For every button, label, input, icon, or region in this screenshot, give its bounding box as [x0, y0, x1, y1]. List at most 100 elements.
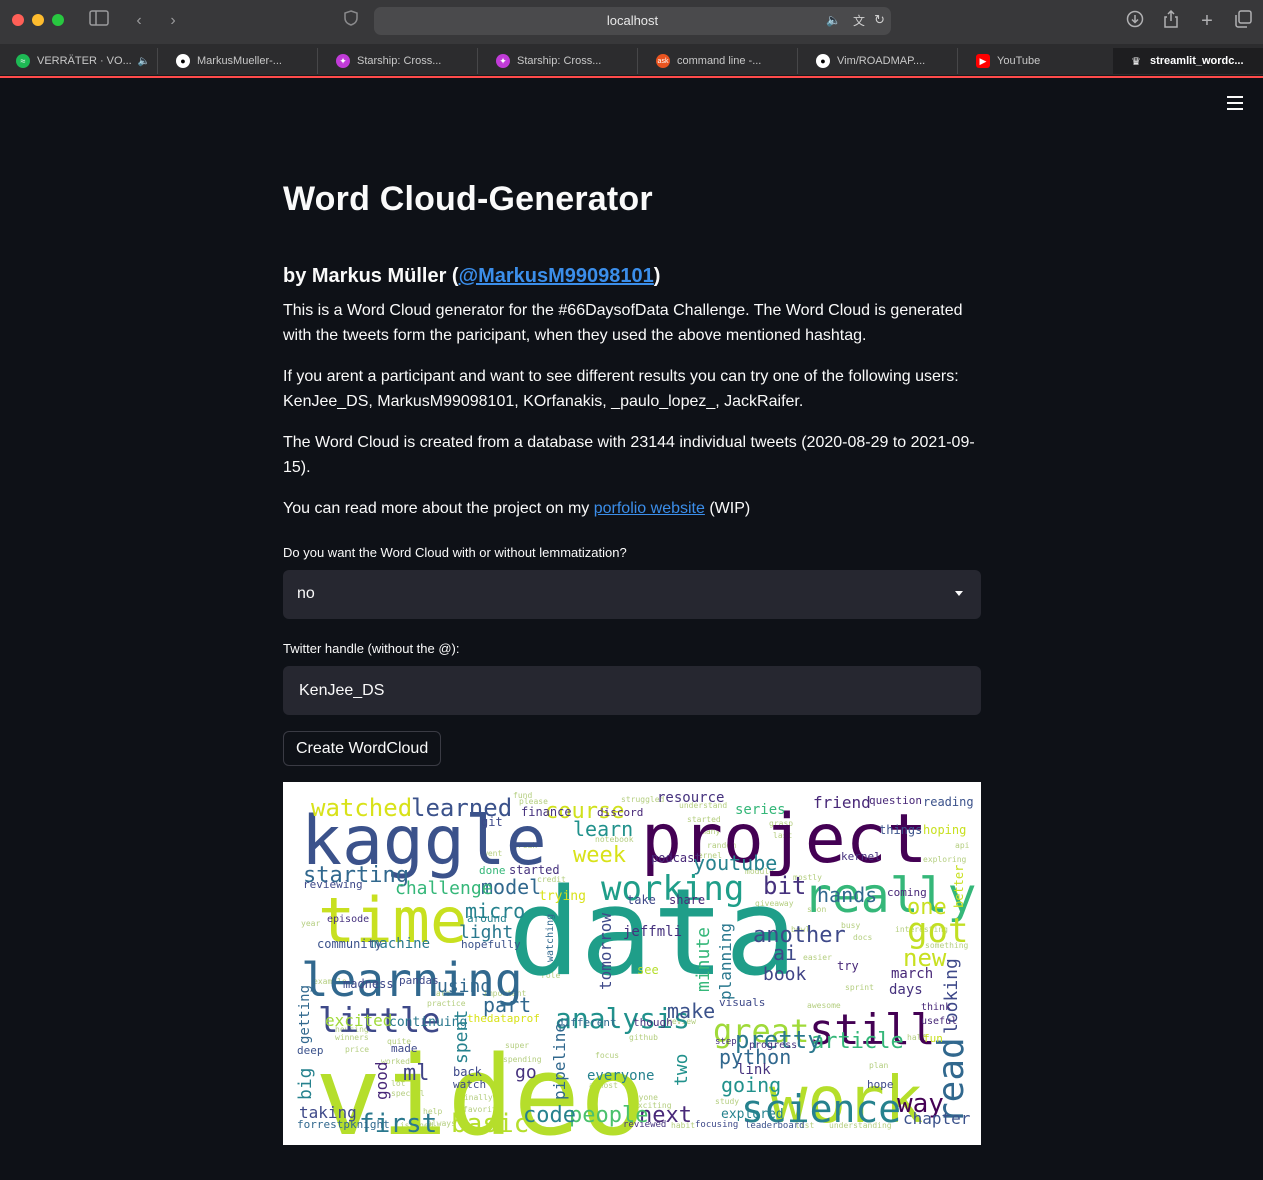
- back-arrow-icon[interactable]: ‹: [128, 10, 150, 32]
- wordcloud-word: getting: [297, 985, 313, 1044]
- lemmatization-select[interactable]: no: [283, 570, 981, 619]
- wordcloud-word: try: [837, 959, 859, 973]
- tab-overview-icon[interactable]: [1232, 10, 1254, 32]
- wordcloud-word: madness: [343, 977, 394, 991]
- wordcloud-word: deep: [297, 1044, 324, 1057]
- tab-label: MarkusMueller-...: [197, 55, 282, 67]
- wordcloud-word: two: [671, 1053, 692, 1086]
- wordcloud-word: back: [453, 1065, 483, 1079]
- starship-icon: ✦: [336, 54, 350, 68]
- forward-arrow-icon[interactable]: ›: [162, 10, 184, 32]
- wordcloud-word: watching: [545, 914, 556, 962]
- zoom-window-button[interactable]: [52, 14, 64, 26]
- tab-starship-1[interactable]: ✦ Starship: Cross...: [320, 48, 478, 74]
- reload-icon[interactable]: ↻: [874, 12, 885, 28]
- github-icon: ●: [176, 54, 190, 68]
- tab-starship-2[interactable]: ✦ Starship: Cross...: [480, 48, 638, 74]
- wordcloud-word: leaderboard: [745, 1121, 805, 1131]
- wordcloud-word: coming: [887, 886, 927, 899]
- tab-label: Starship: Cross...: [357, 55, 442, 67]
- wordcloud-word: hopefully: [461, 938, 521, 951]
- wordcloud-word: community: [317, 937, 382, 951]
- wordcloud-word: planning: [716, 923, 735, 1000]
- wordcloud-word: jeffmli: [623, 924, 682, 940]
- wordcloud-word: different: [557, 1016, 617, 1029]
- hamburger-icon: [1227, 96, 1243, 98]
- tab-label: YouTube: [997, 55, 1041, 67]
- wordcloud-word: reviewed: [623, 1120, 666, 1130]
- wordcloud-filler-word: sprint: [845, 983, 874, 992]
- wordcloud-word: finance: [521, 805, 572, 819]
- sidebar-toggle-icon[interactable]: [88, 10, 110, 32]
- lemmatization-label: Do you want the Word Cloud with or witho…: [283, 545, 627, 560]
- minimize-window-button[interactable]: [32, 14, 44, 26]
- wordcloud-word: focusing: [695, 1120, 738, 1130]
- chevron-down-icon: [955, 591, 963, 596]
- create-wordcloud-button[interactable]: Create WordCloud: [283, 731, 442, 766]
- wordcloud-word: days: [889, 982, 923, 998]
- starship-icon: ✦: [496, 54, 510, 68]
- wordcloud-word: watched: [311, 794, 412, 822]
- wordcloud-word: discord: [597, 806, 643, 819]
- tab-spotify[interactable]: ≈ VERRÄTER · VO... 🔈: [0, 48, 158, 74]
- author-suffix: ): [653, 265, 661, 287]
- address-bar[interactable]: localhost 🔈 文 ↻: [374, 7, 891, 35]
- wordcloud-word: chapter: [903, 1109, 971, 1128]
- url-text: localhost: [606, 13, 659, 28]
- main-content: Word Cloud-Generator by Markus Müller (@…: [283, 170, 981, 1145]
- wordcloud-filler-word: api: [955, 841, 970, 850]
- portfolio-link[interactable]: porfolio website: [594, 500, 705, 517]
- wordcloud-word: series: [735, 802, 786, 818]
- twitter-handle-input[interactable]: [283, 666, 981, 715]
- translate-icon[interactable]: 文: [853, 12, 865, 29]
- wordcloud-word: question: [869, 794, 922, 807]
- speaker-icon[interactable]: 🔈: [138, 56, 150, 67]
- portfolio-prefix: You can read more about the project on m…: [283, 500, 594, 517]
- wordcloud-word: take: [627, 893, 656, 907]
- author-twitter-link[interactable]: @MarkusM99098101: [459, 265, 654, 287]
- wordcloud-word: everyone: [587, 1068, 654, 1084]
- wordcloud-word: learn: [573, 817, 633, 841]
- wordcloud-filler-word: exploring: [923, 855, 967, 864]
- wordcloud-word: watch: [453, 1078, 486, 1091]
- wordcloud-word: excited: [325, 1011, 392, 1030]
- wordcloud-word: bit: [763, 872, 806, 900]
- handle-input-wrapper: [283, 666, 981, 715]
- tab-github-vim[interactable]: ● Vim/ROADMAP....: [800, 48, 958, 74]
- wordcloud-word: tomorrow: [596, 913, 615, 990]
- wordcloud-word: podcast: [651, 851, 702, 865]
- wordcloud-word: ml: [403, 1061, 430, 1086]
- speaker-icon[interactable]: 🔈: [826, 13, 841, 27]
- new-tab-icon[interactable]: +: [1196, 10, 1218, 32]
- main-menu-button[interactable]: [1227, 96, 1243, 112]
- wordcloud-filler-word: docs: [853, 933, 872, 942]
- tab-label: Vim/ROADMAP....: [837, 55, 926, 67]
- tab-label: command line -...: [677, 55, 762, 67]
- wordcloud-word: march: [891, 966, 933, 982]
- tab-github-markus[interactable]: ● MarkusMueller-...: [160, 48, 318, 74]
- wordcloud-word: things: [879, 823, 922, 837]
- share-icon[interactable]: [1160, 9, 1182, 32]
- wordcloud-word: see: [637, 963, 659, 977]
- wordcloud-word: around: [467, 912, 507, 925]
- tab-label: streamlit_wordc...: [1150, 55, 1244, 67]
- wordcloud-word: reading: [923, 795, 974, 809]
- page-title: Word Cloud-Generator: [283, 180, 653, 218]
- wordcloud-word: article: [811, 1029, 904, 1054]
- wordcloud-word: better: [952, 865, 966, 908]
- handle-label: Twitter handle (without the @):: [283, 641, 460, 656]
- wordcloud-word: pipeline: [550, 1023, 569, 1100]
- tab-streamlit[interactable]: ♛ streamlit_wordc...: [1113, 48, 1263, 74]
- github-icon: ●: [816, 54, 830, 68]
- wordcloud-word: git: [481, 815, 503, 829]
- tab-label: Starship: Cross...: [517, 55, 602, 67]
- wordcloud-image: fund please struggled understand grasp starte…: [283, 782, 981, 1145]
- downloads-icon[interactable]: [1124, 10, 1146, 32]
- privacy-shield-icon[interactable]: [340, 10, 362, 32]
- tab-askubuntu[interactable]: ask command line -...: [640, 48, 798, 74]
- askubuntu-icon: ask: [656, 54, 670, 68]
- close-window-button[interactable]: [12, 14, 24, 26]
- tab-youtube[interactable]: ▶ YouTube: [960, 48, 1118, 74]
- wordcloud-word: using: [437, 976, 491, 997]
- wordcloud-word: minute: [693, 927, 714, 992]
